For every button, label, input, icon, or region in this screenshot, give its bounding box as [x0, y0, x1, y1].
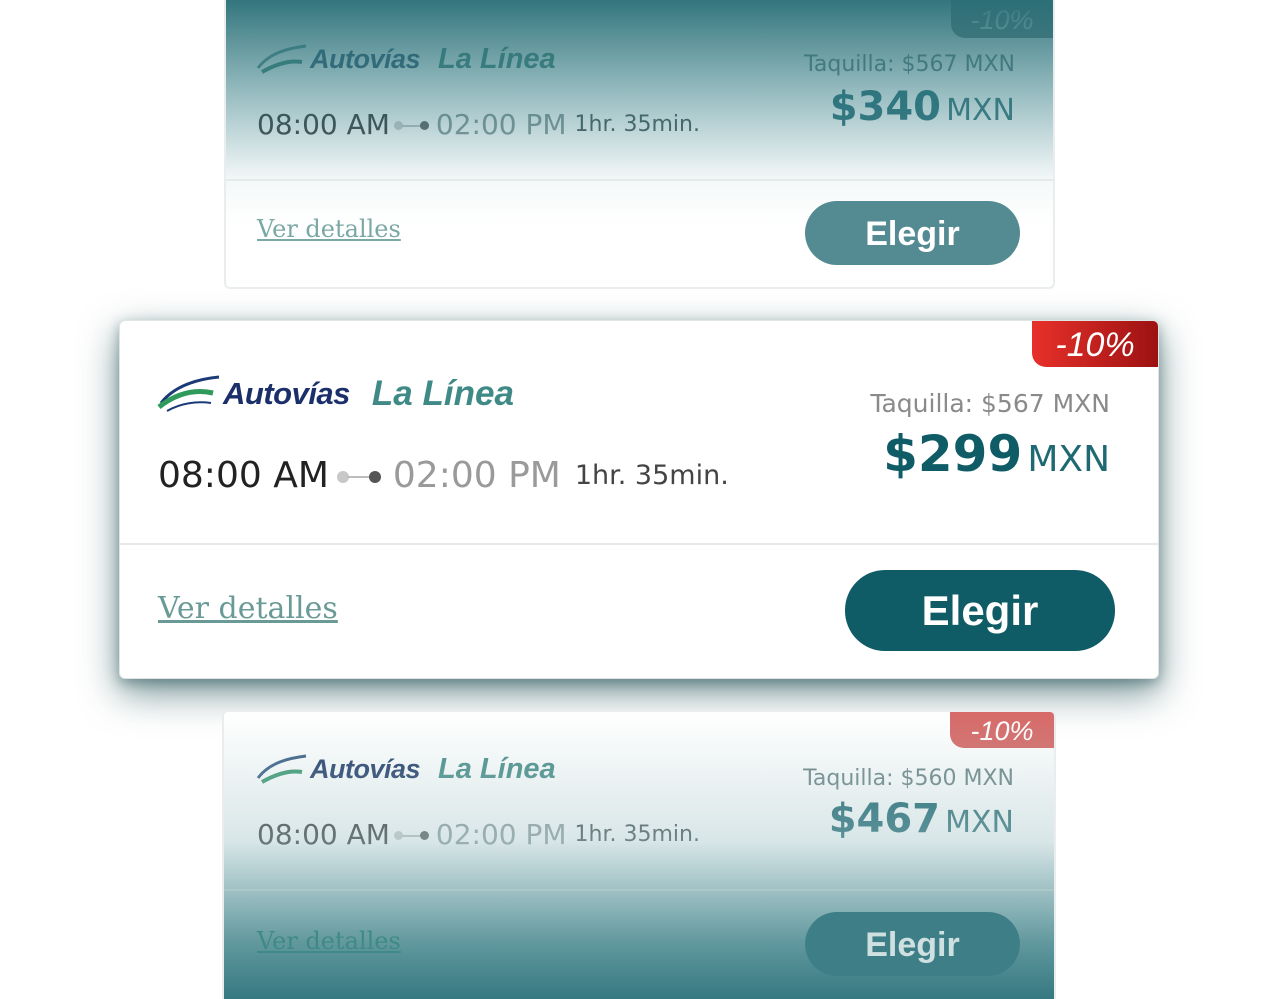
schedule-row: 08:00 AM 02:00 PM 1hr. 35min.	[158, 455, 729, 496]
brand-name-secondary: La Línea	[438, 42, 556, 75]
operator-logo: Autovías La Línea	[157, 373, 514, 415]
choose-button[interactable]: Elegir	[805, 201, 1020, 265]
discount-badge: -10%	[1032, 321, 1158, 367]
box-office-price: Taquilla: $567 MXN	[804, 52, 1015, 77]
brand-name-primary: Autovías	[310, 753, 421, 784]
trip-card-3[interactable]: -10% Autovías La Línea 08:00 AM 02:00 PM…	[222, 710, 1056, 999]
price-amount: $467	[828, 796, 941, 842]
departure-time: 08:00 AM	[158, 455, 329, 496]
schedule-row: 08:00 AM 02:00 PM 1hr. 35min.	[257, 818, 700, 851]
card-divider	[120, 543, 1158, 545]
departure-time: 08:00 AM	[257, 818, 390, 851]
trip-card-2[interactable]: -10% Autovías La Línea 08:00 AM 02:00 PM…	[119, 320, 1159, 679]
operator-logo: Autovías La Línea	[256, 42, 556, 76]
sale-price: $340 MXN	[830, 84, 1015, 130]
price-amount: $299	[883, 425, 1023, 483]
choose-button[interactable]: Elegir	[845, 570, 1115, 651]
discount-badge: -10%	[951, 0, 1053, 38]
trip-duration: 1hr. 35min.	[574, 822, 700, 847]
arrival-time: 02:00 PM	[435, 108, 567, 141]
choose-button[interactable]: Elegir	[805, 912, 1020, 976]
details-link[interactable]: Ver detalles	[158, 591, 338, 626]
arrival-time: 02:00 PM	[435, 818, 567, 851]
trip-duration: 1hr. 35min.	[574, 112, 700, 137]
price-currency: MXN	[945, 805, 1014, 840]
trip-card-1[interactable]: -10% Autovías La Línea 08:00 AM 02:00 PM…	[224, 0, 1055, 289]
route-dots-icon	[329, 463, 393, 489]
price-currency: MXN	[946, 93, 1015, 128]
brand-name-primary: Autovías	[310, 43, 421, 74]
autovias-swoosh-logo-icon	[256, 754, 307, 784]
operator-logo: Autovías La Línea	[256, 752, 556, 786]
autovias-swoosh-logo-icon	[157, 375, 220, 412]
card-divider	[224, 889, 1054, 891]
route-dots-icon	[390, 825, 436, 845]
autovias-swoosh-logo-icon	[256, 44, 307, 74]
schedule-row: 08:00 AM 02:00 PM 1hr. 35min.	[257, 108, 700, 141]
price-currency: MXN	[1027, 439, 1110, 480]
details-link[interactable]: Ver detalles	[257, 215, 401, 243]
box-office-price: Taquilla: $567 MXN	[870, 389, 1110, 418]
card-divider	[226, 179, 1053, 181]
departure-time: 08:00 AM	[257, 108, 390, 141]
box-office-price: Taquilla: $560 MXN	[803, 766, 1014, 791]
arrival-time: 02:00 PM	[392, 455, 561, 496]
brand-name-secondary: La Línea	[438, 752, 556, 785]
brand-name-primary: Autovías	[223, 376, 350, 411]
brand-name-secondary: La Línea	[371, 374, 514, 413]
price-amount: $340	[829, 84, 942, 130]
sale-price: $299 MXN	[883, 425, 1110, 483]
trip-duration: 1hr. 35min.	[574, 460, 729, 491]
sale-price: $467 MXN	[829, 796, 1014, 842]
details-link[interactable]: Ver detalles	[257, 927, 401, 955]
route-dots-icon	[390, 115, 436, 135]
discount-badge: -10%	[950, 712, 1054, 748]
